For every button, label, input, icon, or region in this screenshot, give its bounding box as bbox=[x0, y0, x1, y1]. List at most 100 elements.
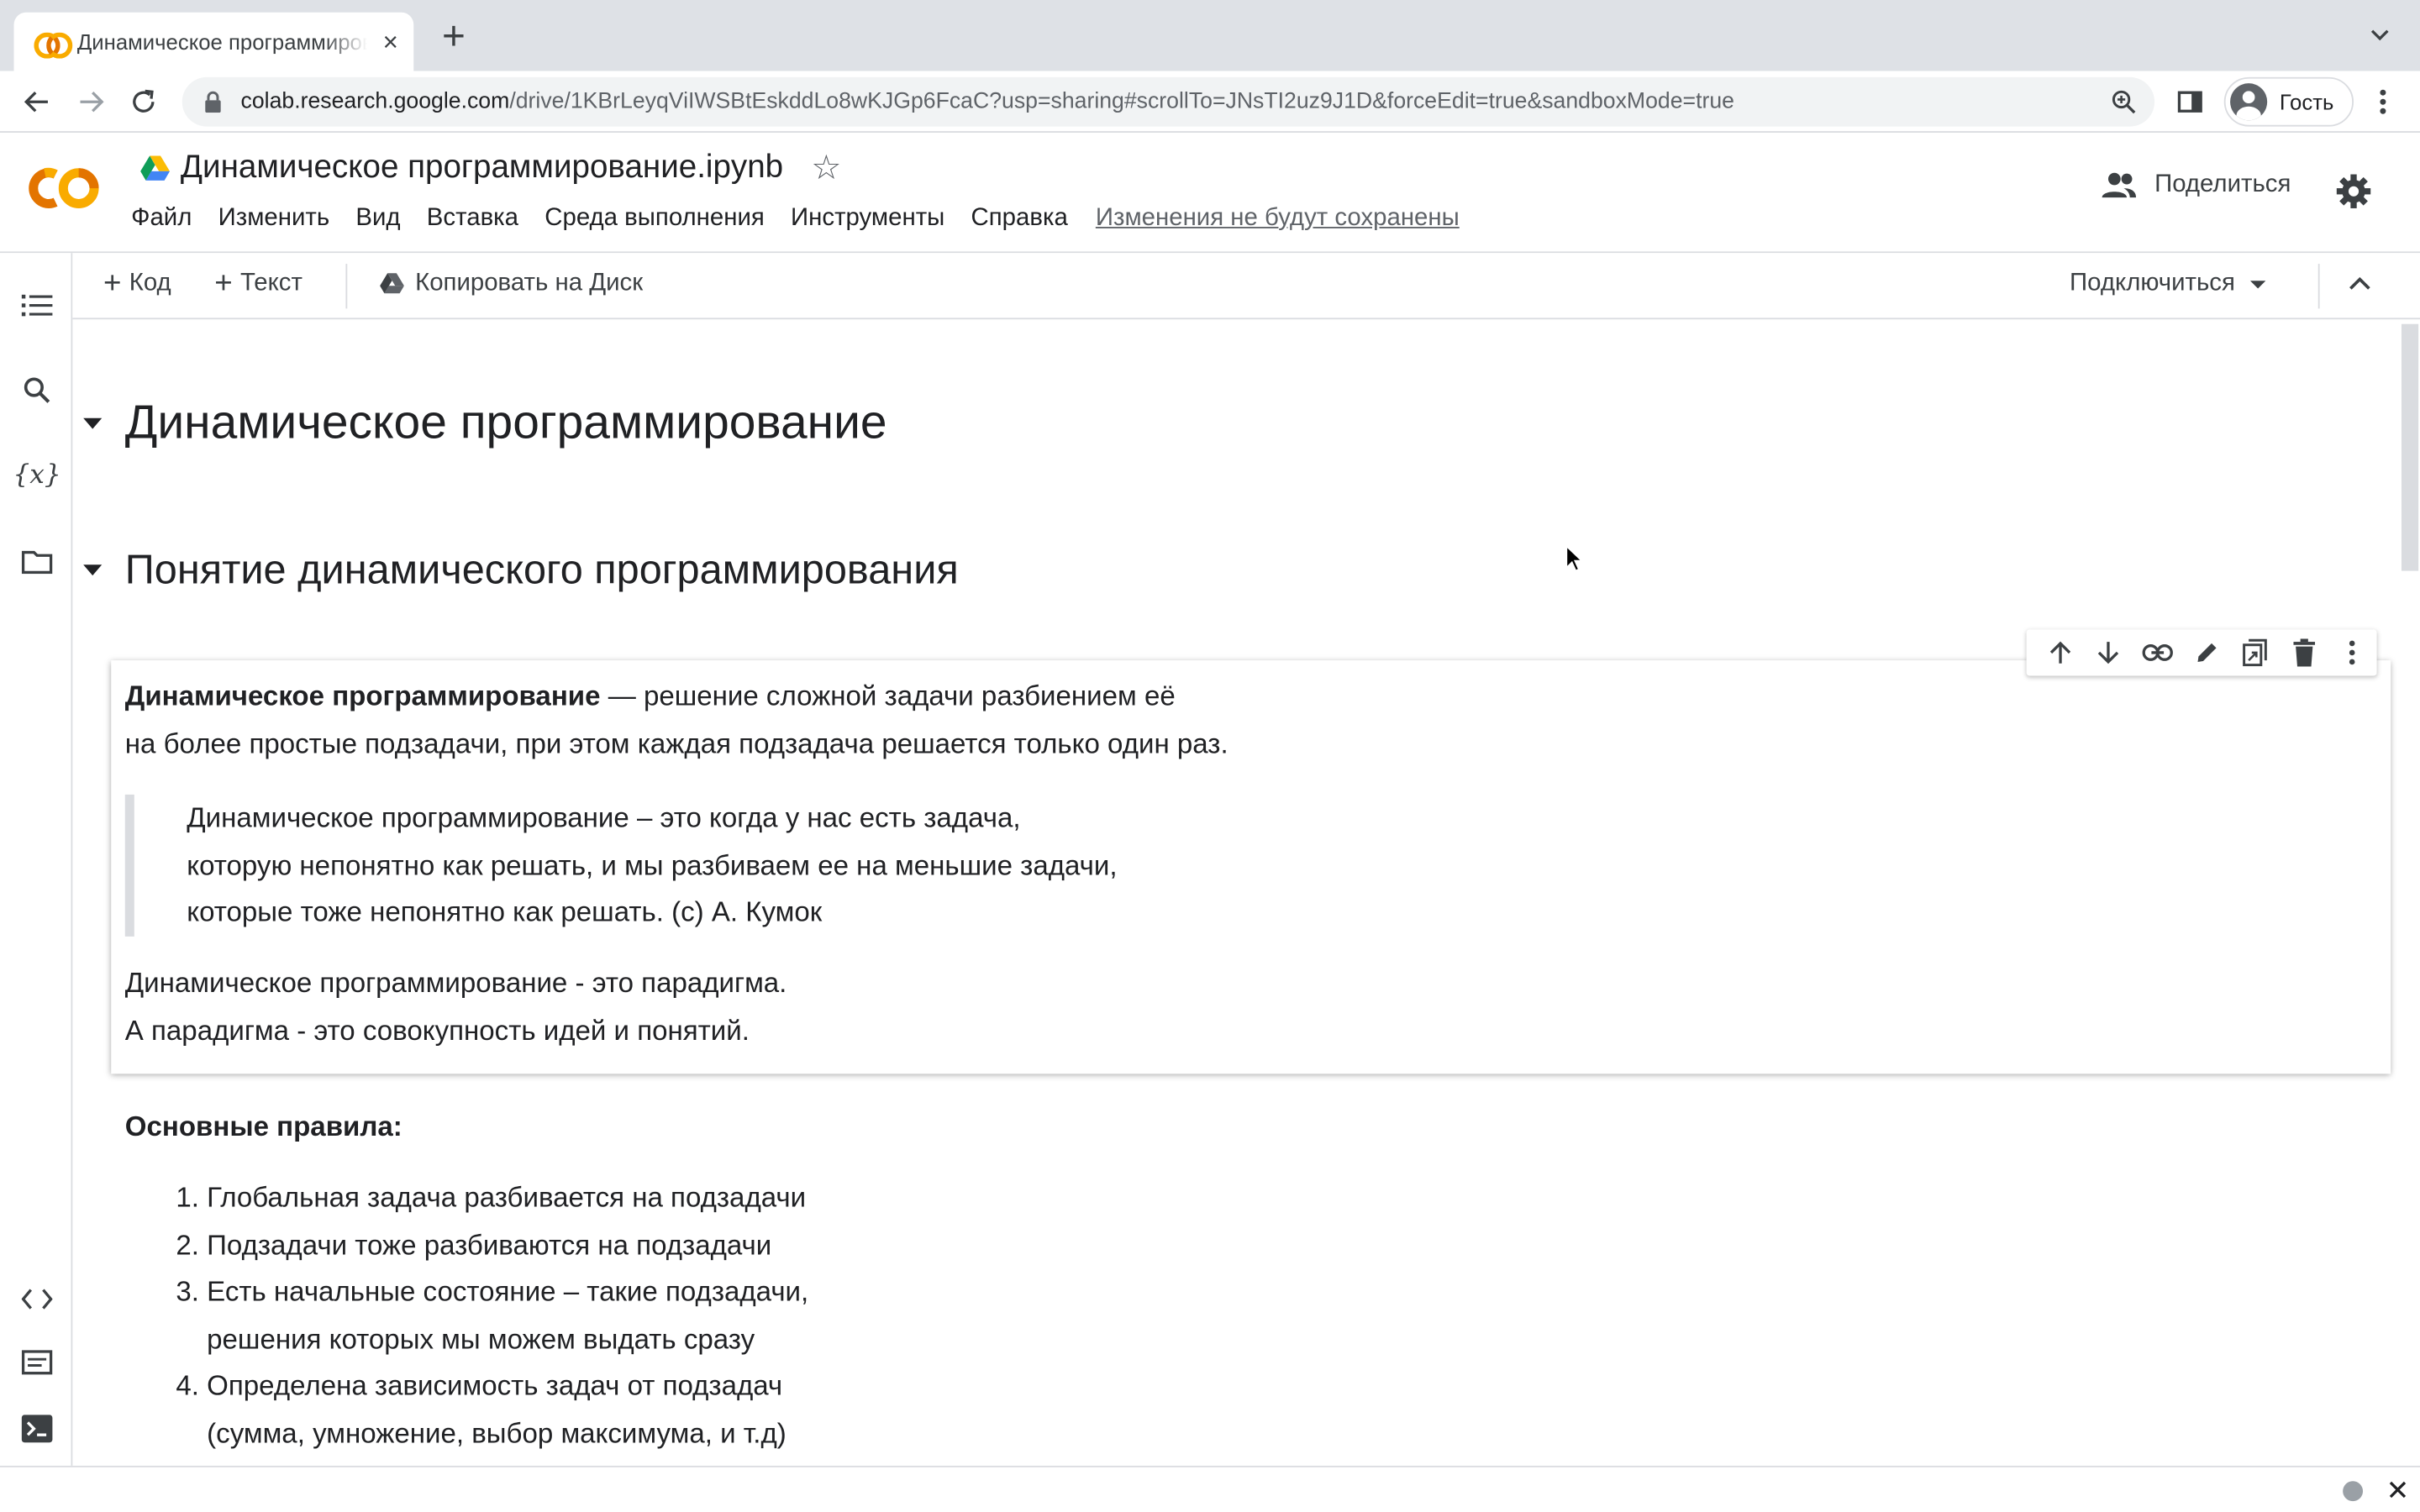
list-item: 2. Подзадачи тоже разбиваются на подзада… bbox=[166, 1221, 809, 1268]
url-host: colab.research.google.com bbox=[240, 89, 510, 114]
notebook-content: Динамическое программирование Понятие ди… bbox=[74, 321, 2420, 1466]
section-heading-h1[interactable]: Динамическое программирование bbox=[74, 395, 887, 450]
toolbar-divider bbox=[345, 264, 348, 309]
lock-icon bbox=[203, 91, 222, 113]
folder-icon[interactable] bbox=[18, 543, 55, 580]
list-text: Подзадачи тоже разбиваются на подзадачи bbox=[207, 1228, 772, 1260]
menu-tools[interactable]: Инструменты bbox=[791, 205, 944, 233]
command-palette-icon[interactable] bbox=[18, 1344, 55, 1381]
menu-file[interactable]: Файл bbox=[131, 205, 192, 233]
move-down-icon[interactable] bbox=[2085, 629, 2133, 675]
list-text: Есть начальные состояние – такие подзада… bbox=[207, 1275, 809, 1307]
close-tab-icon[interactable]: × bbox=[383, 29, 398, 55]
notebook-toolbar: + Код + Текст Копировать на Диск Подключ… bbox=[72, 253, 2420, 320]
zoom-icon[interactable] bbox=[2112, 90, 2136, 123]
add-text-label: Текст bbox=[239, 270, 302, 297]
intro-definition: — решение сложной задачи разбиением её bbox=[600, 680, 1176, 711]
intro-line-1: Динамическое программирование — решение … bbox=[125, 673, 1228, 720]
collapse-triangle-icon[interactable] bbox=[83, 417, 103, 428]
copy-to-drive-label: Копировать на Диск bbox=[415, 270, 644, 297]
connect-button[interactable]: Подключиться bbox=[2070, 270, 2266, 297]
connect-label: Подключиться bbox=[2070, 270, 2235, 297]
mouse-cursor-icon bbox=[1565, 544, 1584, 580]
left-rail: {x} bbox=[0, 253, 73, 1466]
more-vert-icon[interactable] bbox=[2328, 629, 2377, 675]
scrollbar[interactable] bbox=[2396, 321, 2420, 1466]
menu-view[interactable]: Вид bbox=[355, 205, 400, 233]
cell-toolbar bbox=[2026, 629, 2377, 676]
list-item: 4. Определена зависимость задач от подза… bbox=[166, 1362, 809, 1457]
intro-bold-term: Динамическое программирование bbox=[124, 680, 601, 711]
list-item: 3. Есть начальные состояние – такие подз… bbox=[166, 1268, 809, 1362]
quote-line: Динамическое программирование – это когд… bbox=[187, 802, 1021, 833]
list-item: 1. Глобальная задача разбивается на подз… bbox=[166, 1174, 809, 1221]
menu-edit[interactable]: Изменить bbox=[218, 205, 330, 233]
colab-header: Динамическое программирование.ipynb ☆ Фа… bbox=[0, 134, 2420, 254]
list-number: 4. bbox=[176, 1370, 199, 1401]
runtime-status-icon bbox=[2343, 1481, 2364, 1502]
chevron-up-icon[interactable] bbox=[2348, 271, 2372, 304]
share-label: Поделиться bbox=[2154, 171, 2291, 198]
terminal-icon[interactable] bbox=[18, 1410, 55, 1447]
code-snippets-icon[interactable] bbox=[18, 1280, 55, 1317]
add-code-button[interactable]: + Код bbox=[103, 266, 171, 302]
list-text: (сумма, умножение, выбор максимума, и т.… bbox=[207, 1417, 786, 1448]
star-icon[interactable]: ☆ bbox=[811, 150, 841, 185]
drive-icon bbox=[380, 273, 404, 294]
list-text: Определена зависимость задач от подзадач bbox=[207, 1370, 783, 1401]
share-button[interactable]: Поделиться bbox=[2101, 171, 2291, 199]
variables-icon[interactable]: {x} bbox=[13, 457, 60, 494]
delete-trash-icon[interactable] bbox=[2280, 629, 2328, 675]
blockquote: Динамическое программирование – это когд… bbox=[124, 794, 1206, 937]
rules-list: 1. Глобальная задача разбивается на подз… bbox=[166, 1174, 809, 1457]
gear-icon[interactable] bbox=[2335, 173, 2372, 218]
menu-bar: Файл Изменить Вид Вставка Среда выполнен… bbox=[131, 205, 1486, 233]
toolbar-divider bbox=[2317, 264, 2320, 309]
paradigm-paragraph: Динамическое программирование - это пара… bbox=[125, 959, 787, 1053]
copy-to-drive-button[interactable]: Копировать на Диск bbox=[380, 270, 643, 297]
menu-runtime[interactable]: Среда выполнения bbox=[544, 205, 765, 233]
link-icon[interactable] bbox=[2133, 629, 2182, 675]
side-panel-icon[interactable] bbox=[2176, 88, 2204, 123]
browser-tab-strip: Динамическое программирование.ipynb - Co… bbox=[0, 0, 2420, 71]
mirror-cell-icon[interactable] bbox=[2231, 629, 2280, 675]
menu-insert[interactable]: Вставка bbox=[427, 205, 518, 233]
list-number: 1. bbox=[176, 1181, 199, 1213]
chevron-down-icon[interactable] bbox=[2368, 22, 2392, 46]
paradigm-line-2: А парадигма - это совокупность идей и по… bbox=[124, 1014, 750, 1046]
collapse-triangle-icon[interactable] bbox=[83, 564, 103, 576]
list-number: 3. bbox=[176, 1275, 199, 1307]
list-text: решения которых мы можем выдать сразу bbox=[207, 1323, 755, 1354]
doc-title[interactable]: Динамическое программирование.ipynb bbox=[181, 150, 783, 186]
add-text-button[interactable]: + Текст bbox=[214, 269, 302, 300]
address-bar[interactable]: colab.research.google.com/drive/1KBrLeyq… bbox=[182, 76, 2155, 127]
status-bar: ✕ bbox=[0, 1465, 2420, 1512]
profile-label: Гость bbox=[2279, 89, 2334, 114]
reload-icon[interactable] bbox=[127, 85, 160, 118]
add-code-label: Код bbox=[129, 270, 171, 297]
intro-line-2: на более простые подзадачи, при этом каж… bbox=[124, 727, 1228, 759]
intro-paragraph: Динамическое программирование — решение … bbox=[125, 673, 1228, 767]
profile-button[interactable]: Гость bbox=[2223, 76, 2354, 127]
people-icon bbox=[2102, 172, 2137, 198]
tab-title: Динамическое программирование.ipynb - Co… bbox=[76, 29, 367, 55]
unsaved-changes-link[interactable]: Изменения не будут сохранены bbox=[1096, 205, 1460, 233]
colab-logo-icon[interactable] bbox=[26, 162, 103, 214]
scrollbar-thumb[interactable] bbox=[2401, 323, 2419, 571]
browser-tab[interactable]: Динамическое программирование.ipynb - Co… bbox=[13, 12, 414, 71]
edit-pencil-icon[interactable] bbox=[2182, 629, 2231, 675]
table-of-contents-icon[interactable] bbox=[18, 287, 55, 324]
search-icon[interactable] bbox=[18, 372, 55, 409]
browser-toolbar: colab.research.google.com/drive/1KBrLeyq… bbox=[0, 71, 2420, 133]
forward-arrow-icon[interactable] bbox=[74, 85, 108, 118]
new-tab-button[interactable]: + bbox=[437, 15, 471, 55]
section-heading-h2[interactable]: Понятие динамического программирования bbox=[74, 546, 959, 594]
plus-icon: + bbox=[103, 266, 122, 302]
close-icon[interactable]: ✕ bbox=[2386, 1475, 2410, 1508]
move-up-icon[interactable] bbox=[2036, 629, 2085, 675]
list-number: 2. bbox=[176, 1228, 199, 1260]
chrome-menu-icon[interactable] bbox=[2374, 87, 2392, 125]
back-arrow-icon[interactable] bbox=[20, 85, 54, 118]
list-text: Глобальная задача разбивается на подзада… bbox=[207, 1181, 807, 1213]
menu-help[interactable]: Справка bbox=[971, 205, 1068, 233]
